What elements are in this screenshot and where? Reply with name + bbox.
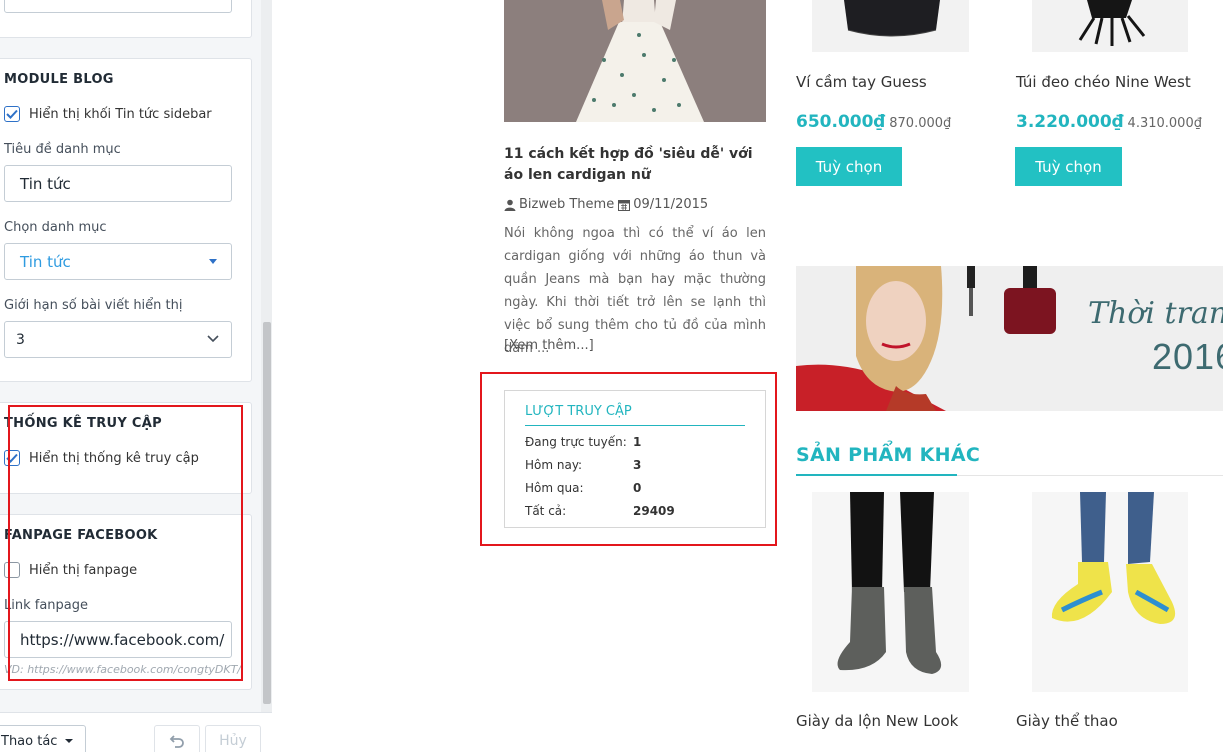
undo-icon <box>169 735 184 748</box>
panel-action-bar: Thao tác Hủy <box>0 712 272 752</box>
visit-stats-title: LƯỢT TRUY CẬP <box>525 404 632 419</box>
module-blog-card: MODULE BLOG Hiển thị khối Tin tức sideba… <box>0 58 252 382</box>
fashion-banner[interactable]: Thời trang g 2016 <box>796 266 1223 411</box>
blog-post-author: Bizweb Theme <box>519 197 615 212</box>
product-price: 650.000₫ <box>796 112 886 132</box>
suede-boots-illustration <box>812 492 969 692</box>
choose-category-value: Tin tức <box>20 252 71 271</box>
caret-down-icon <box>209 259 217 264</box>
product-image[interactable] <box>1032 492 1188 692</box>
highlight-box-sidebar <box>8 405 243 681</box>
product-price-row: 3.220.000₫ 4.310.000₫ <box>1016 112 1202 132</box>
blog-post-image[interactable] <box>504 0 766 122</box>
previous-settings-card <box>0 0 252 38</box>
thao-tac-label: Thao tác <box>1 733 58 749</box>
checkmark-icon <box>6 109 18 119</box>
other-products-rule <box>957 475 1223 476</box>
product-image[interactable] <box>812 492 969 692</box>
banner-text-line2: 2016 <box>1152 336 1223 377</box>
module-blog-heading: MODULE BLOG <box>4 72 114 87</box>
other-products-heading: SẢN PHẨM KHÁC <box>796 444 981 466</box>
stats-value-online: 1 <box>633 435 642 449</box>
product-option-button[interactable]: Tuỳ chọn <box>1015 147 1122 186</box>
choose-category-select[interactable]: Tin tức <box>4 243 232 280</box>
sneakers-illustration <box>1032 492 1188 692</box>
product-image[interactable] <box>812 0 969 52</box>
stats-label-today: Hôm nay: <box>525 458 583 472</box>
post-limit-value: 3 <box>16 331 25 348</box>
product-name[interactable]: Ví cầm tay Guess <box>796 73 927 91</box>
product-option-button[interactable]: Tuỳ chọn <box>796 147 902 186</box>
banner-text-line1: Thời trang g <box>1088 296 1223 331</box>
previous-field-input[interactable] <box>4 0 232 13</box>
undo-button[interactable] <box>154 725 200 752</box>
product-price: 3.220.000₫ <box>1016 112 1124 132</box>
product-name[interactable]: Túi đeo chéo Nine West <box>1016 73 1191 91</box>
panel-scrollbar[interactable] <box>261 0 272 752</box>
post-limit-label: Giới hạn số bài viết hiển thị <box>4 298 183 313</box>
stats-value-today: 3 <box>633 458 642 472</box>
choose-category-label: Chọn danh mục <box>4 220 107 235</box>
stats-value-yesterday: 0 <box>633 481 642 495</box>
other-products-underline <box>796 474 957 476</box>
product-price-row: 650.000₫ 870.000₫ <box>796 112 951 132</box>
blog-post-date: 09/11/2015 <box>633 197 709 212</box>
handbag-illustration <box>812 0 969 52</box>
product-image[interactable] <box>1032 0 1188 52</box>
show-sidebar-news-checkbox[interactable] <box>4 106 20 122</box>
product-old-price: 870.000₫ <box>889 116 952 131</box>
product-name[interactable]: Giày da lộn New Look <box>796 712 958 730</box>
stats-label-online: Đang trực tuyến: <box>525 435 627 449</box>
panel-scrollbar-thumb[interactable] <box>263 322 271 704</box>
category-title-label: Tiêu đề danh mục <box>4 142 121 157</box>
visit-stats-divider <box>525 425 745 426</box>
product-old-price: 4.310.000₫ <box>1127 116 1202 131</box>
cancel-button[interactable]: Hủy <box>205 725 261 752</box>
product-name[interactable]: Giày thể thao <box>1016 712 1118 730</box>
chevron-down-icon <box>207 335 219 343</box>
stats-label-total: Tất cả: <box>525 504 567 518</box>
blog-photo-illustration <box>504 0 766 122</box>
user-icon <box>504 199 516 211</box>
thao-tac-button[interactable]: Thao tác <box>0 725 86 752</box>
crossbody-bag-illustration <box>1032 0 1188 52</box>
blog-post-title[interactable]: 11 cách kết hợp đồ 'siêu dễ' với áo len … <box>504 144 766 186</box>
caret-down-icon <box>65 739 74 743</box>
stats-label-yesterday: Hôm qua: <box>525 481 584 495</box>
visit-stats-widget: LƯỢT TRUY CẬP Đang trực tuyến: 1 Hôm nay… <box>504 390 766 528</box>
blog-post-meta: Bizweb Theme 09/11/2015 <box>504 197 708 212</box>
category-title-input[interactable]: Tin tức <box>4 165 232 202</box>
post-limit-select[interactable]: 3 <box>4 321 232 358</box>
blog-read-more-link[interactable]: [Xem thêm...] <box>504 338 594 353</box>
calendar-icon <box>618 199 631 211</box>
show-sidebar-news-row[interactable]: Hiển thị khối Tin tức sidebar <box>4 106 212 122</box>
stats-value-total: 29409 <box>633 504 675 518</box>
show-sidebar-news-label: Hiển thị khối Tin tức sidebar <box>29 106 212 122</box>
